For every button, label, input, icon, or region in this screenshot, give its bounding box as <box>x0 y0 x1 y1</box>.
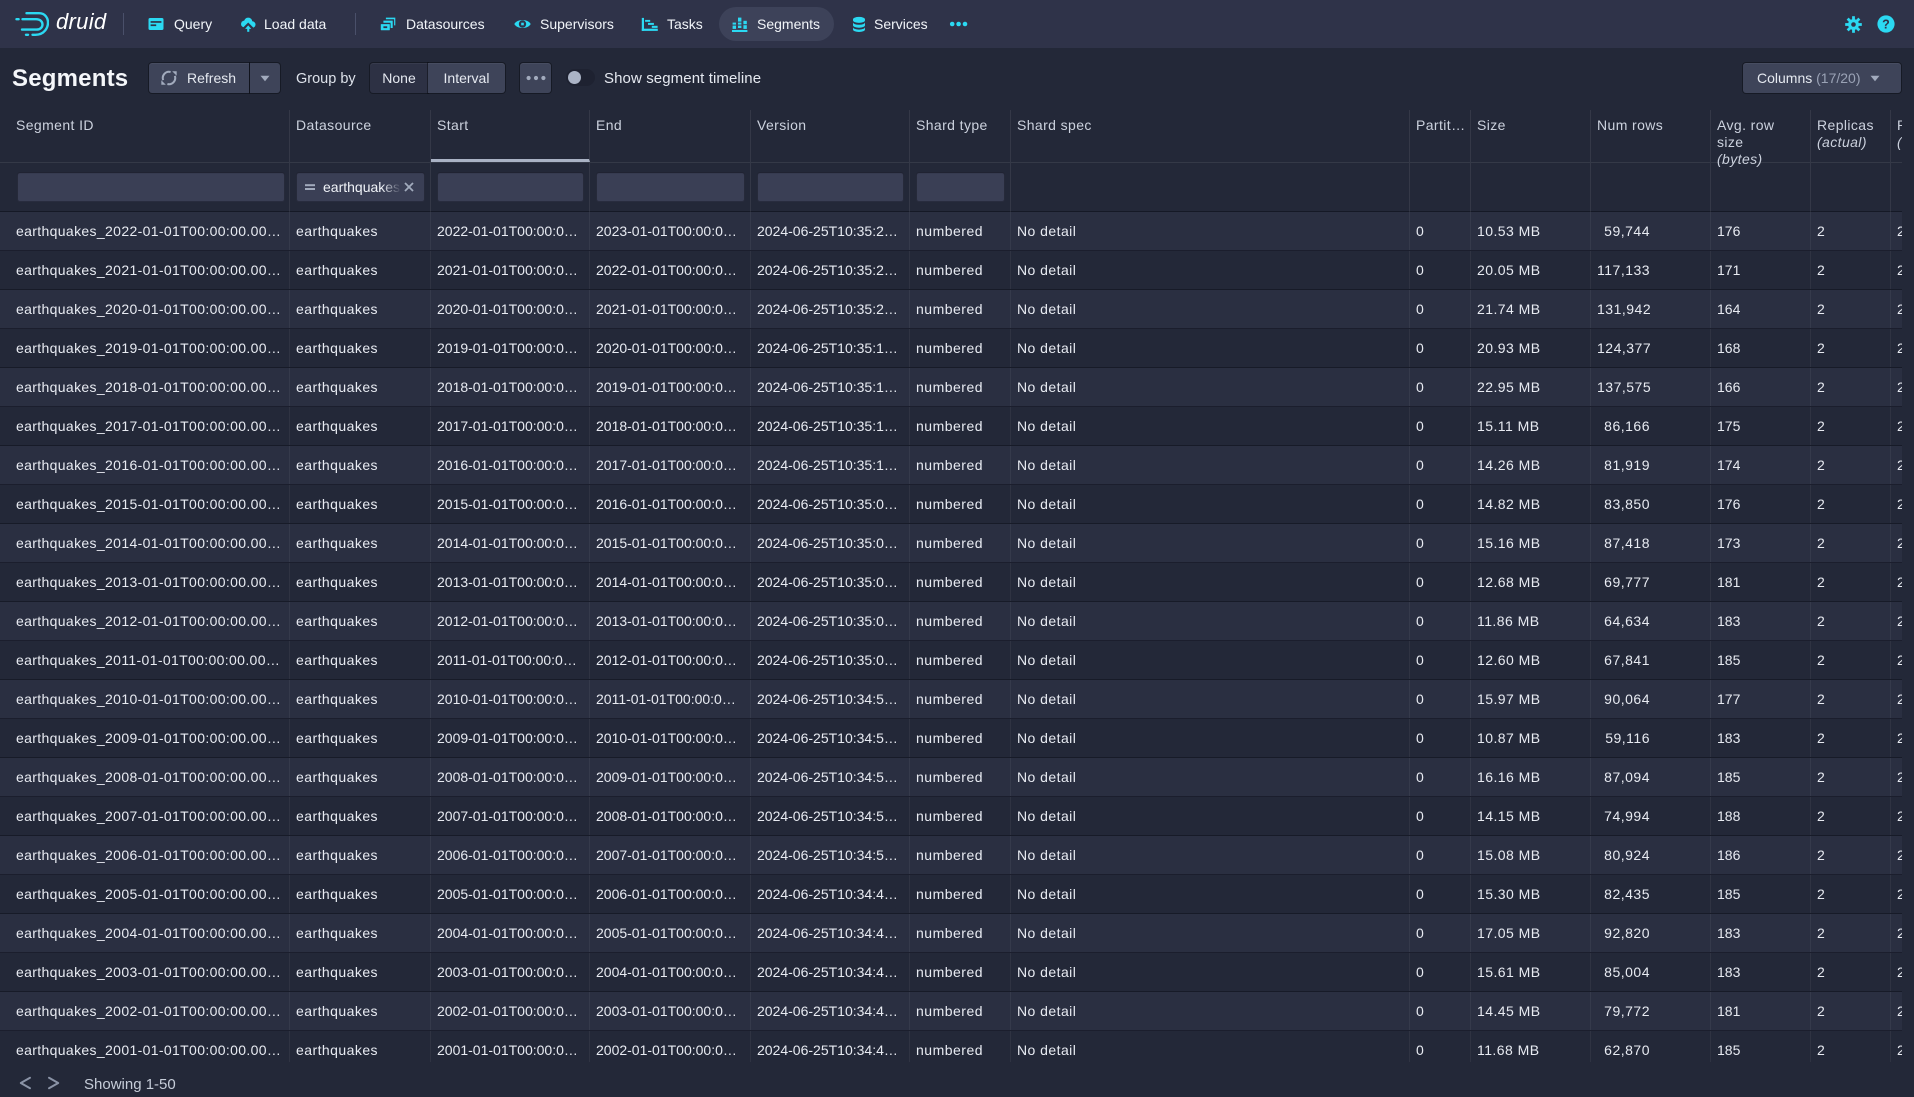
svg-text:?: ? <box>1882 18 1890 32</box>
